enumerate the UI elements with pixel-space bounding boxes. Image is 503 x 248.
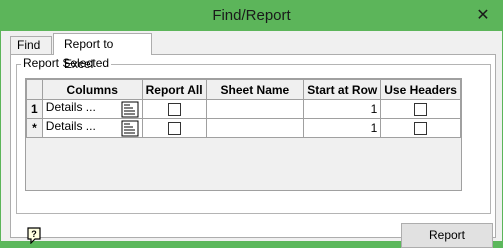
tab-report-to-excel[interactable]: Report to Excel xyxy=(53,33,152,71)
new-row-header[interactable]: * xyxy=(26,118,43,138)
use-headers-cell xyxy=(380,118,461,138)
tab-find[interactable]: Find xyxy=(10,36,52,55)
report-all-checkbox[interactable] xyxy=(167,103,181,117)
report-grid: Columns Report All Sheet Name Start at R… xyxy=(25,78,462,191)
report-all-checkbox[interactable] xyxy=(167,122,181,136)
sheet-name-cell[interactable] xyxy=(205,118,305,138)
col-header-start-at-row[interactable]: Start at Row xyxy=(303,79,382,100)
col-header-report-all[interactable]: Report All xyxy=(141,79,207,100)
title-bar: Find/Report ✕ xyxy=(0,0,503,31)
use-headers-checkbox[interactable] xyxy=(414,122,428,136)
start-at-row-cell[interactable]: 1 xyxy=(303,99,382,119)
columns-cell[interactable]: Details ... xyxy=(41,118,143,138)
col-header-columns[interactable]: Columns xyxy=(41,79,143,100)
table-row: 1 Details ... 1 xyxy=(26,99,461,119)
report-selected-group: Report Selected xyxy=(16,56,491,214)
help-icon[interactable]: ? xyxy=(26,227,42,244)
document-list-icon[interactable] xyxy=(121,101,139,118)
sheet-name-cell[interactable] xyxy=(205,99,305,119)
window-title: Find/Report xyxy=(212,7,291,24)
col-header-use-headers[interactable]: Use Headers xyxy=(380,79,461,100)
table-row: * Details ... 1 xyxy=(26,118,461,138)
document-list-icon[interactable] xyxy=(121,120,139,137)
report-button[interactable]: Report xyxy=(401,223,493,248)
start-at-row-cell[interactable]: 1 xyxy=(303,118,382,138)
report-all-cell xyxy=(141,99,207,119)
report-all-cell xyxy=(141,118,207,138)
find-report-window: Find/Report ✕ Find Report to Excel Repor… xyxy=(0,0,503,248)
dialog-body: Find Report to Excel Report Selected xyxy=(1,31,502,248)
columns-value: Details ... xyxy=(45,100,96,115)
use-headers-checkbox[interactable] xyxy=(414,103,428,117)
columns-value: Details ... xyxy=(45,119,96,134)
report-table: Columns Report All Sheet Name Start at R… xyxy=(26,79,461,138)
row-header-corner xyxy=(26,79,43,100)
col-header-sheet-name[interactable]: Sheet Name xyxy=(205,79,305,100)
report-to-excel-panel: Report Selected xyxy=(10,54,496,248)
close-icon[interactable]: ✕ xyxy=(473,6,493,26)
columns-cell[interactable]: Details ... xyxy=(41,99,143,119)
use-headers-cell xyxy=(380,99,461,119)
row-header[interactable]: 1 xyxy=(26,99,43,119)
svg-text:?: ? xyxy=(31,229,37,239)
header-row: Columns Report All Sheet Name Start at R… xyxy=(26,79,461,100)
